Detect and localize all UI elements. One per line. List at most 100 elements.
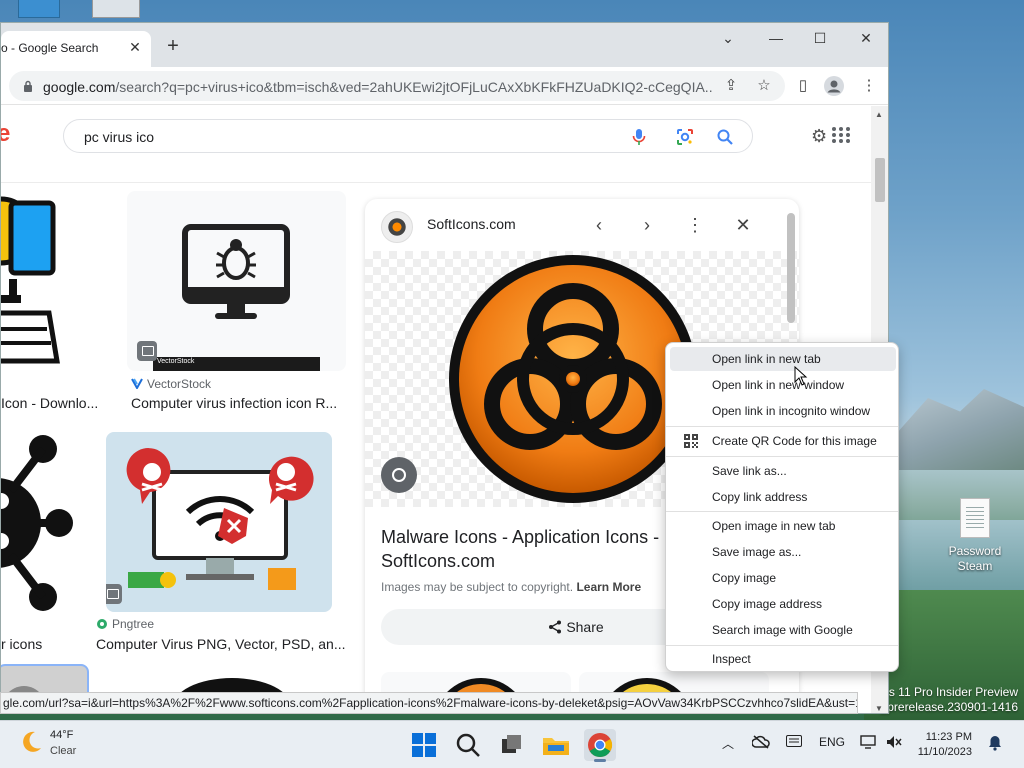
result-thumbnail-2[interactable]: VectorStock	[127, 191, 346, 371]
taskbar: 44°F Clear ︿ ENG 11:23 PM 11/10/2023	[0, 720, 1024, 768]
profile-avatar-icon[interactable]	[824, 76, 844, 96]
onedrive-cloud-icon[interactable]	[751, 735, 770, 752]
folder-icon	[543, 738, 569, 755]
result-thumbnail-4[interactable]	[106, 432, 332, 612]
vectorstock-banner: VectorStock	[157, 358, 195, 365]
url-host: google.com	[43, 79, 116, 95]
menu-item-inspect[interactable]: Inspect	[670, 647, 896, 671]
scroll-down-arrow-icon[interactable]: ▼	[875, 704, 883, 713]
task-view-button[interactable]	[496, 729, 528, 761]
share-label: Share	[566, 619, 604, 635]
menu-item-save-link-as[interactable]: Save link as...	[670, 459, 896, 483]
file-explorer-button[interactable]	[540, 729, 572, 761]
show-hidden-icons-chevron[interactable]: ︿	[722, 735, 734, 752]
desktop-icon-label-line1: Password	[948, 544, 1002, 558]
tab-close-icon[interactable]: ✕	[126, 38, 144, 56]
search-icon	[456, 733, 480, 757]
active-app-indicator	[594, 759, 606, 762]
menu-item-save-image-as[interactable]: Save image as...	[670, 540, 896, 564]
menu-item-open-link-incognito[interactable]: Open link in incognito window	[670, 399, 896, 423]
scroll-up-arrow-icon[interactable]: ▲	[875, 110, 883, 119]
menu-item-copy-link-address[interactable]: Copy link address	[670, 485, 896, 509]
google-logo-fragment[interactable]: e	[1, 120, 10, 148]
result-title-1[interactable]: Icon - Downlo...	[1, 395, 101, 411]
result-thumbnail-1[interactable]	[1, 191, 106, 371]
desktop-icon-partial-1[interactable]	[18, 0, 60, 18]
search-box[interactable]: pc virus ico	[63, 119, 753, 153]
learn-more-link[interactable]: Learn More	[576, 580, 641, 594]
clock-date: 11/10/2023	[917, 746, 972, 758]
google-lens-icon[interactable]	[676, 128, 694, 146]
result-title-2[interactable]: Computer virus infection icon R...	[131, 395, 346, 411]
menu-item-copy-image[interactable]: Copy image	[670, 566, 896, 590]
tab-google-search[interactable]: o - Google Search ✕	[1, 31, 151, 67]
new-tab-button[interactable]: +	[161, 35, 185, 59]
image-badge-icon	[137, 341, 157, 361]
start-button[interactable]	[408, 729, 440, 761]
menu-separator	[666, 426, 898, 427]
next-result-chevron-icon[interactable]: ›	[635, 213, 659, 237]
menu-separator	[666, 456, 898, 457]
menu-item-open-link-new-window[interactable]: Open link in new window	[670, 373, 896, 397]
system-clock[interactable]: 11:23 PM 11/10/2023	[912, 730, 972, 760]
page-scroll-thumb[interactable]	[875, 158, 885, 202]
menu-item-search-image-google[interactable]: Search image with Google	[670, 618, 896, 642]
maximize-button[interactable]: ☐	[807, 27, 833, 49]
clock-time: 11:23 PM	[925, 731, 972, 743]
search-icon[interactable]	[716, 128, 734, 146]
keyboard-icon[interactable]	[786, 735, 802, 750]
copyright-notice: Images may be subject to copyright. Lear…	[381, 580, 641, 594]
result-title-3[interactable]: r icons	[1, 636, 81, 652]
result-thumbnail-3[interactable]	[1, 431, 86, 616]
result-source-2[interactable]: VectorStock	[147, 377, 211, 391]
volume-muted-icon[interactable]	[886, 735, 902, 752]
side-panel-icon[interactable]: ▯	[793, 76, 813, 96]
menu-item-open-image-new-tab[interactable]: Open image in new tab	[670, 514, 896, 538]
computer-icon	[1, 196, 60, 364]
search-inside-image-lens-icon[interactable]	[381, 457, 417, 493]
url-text[interactable]: google.com/search?q=pc+virus+ico&tbm=isc…	[43, 79, 713, 95]
weather-condition: Clear	[50, 745, 77, 757]
text-file-icon	[960, 498, 990, 538]
previous-result-chevron-icon[interactable]: ‹	[587, 213, 611, 237]
menu-item-copy-image-address[interactable]: Copy image address	[670, 592, 896, 616]
address-bar[interactable]: google.com/search?q=pc+virus+ico&tbm=isc…	[9, 71, 785, 101]
desktop-icon-password-steam[interactable]: Password Steam	[944, 498, 1006, 574]
bookmark-star-icon[interactable]: ☆	[754, 76, 774, 96]
voice-search-icon[interactable]	[630, 128, 648, 146]
google-apps-grid-icon[interactable]	[831, 126, 851, 144]
menu-separator	[666, 511, 898, 512]
preview-title[interactable]: Malware Icons - Application Icons - Soft…	[381, 525, 681, 573]
menu-item-open-link-new-tab[interactable]: Open link in new tab	[670, 347, 896, 371]
share-page-icon[interactable]: ⇪	[721, 76, 741, 96]
close-window-button[interactable]: ✕	[853, 27, 879, 49]
tab-search-chevron-icon[interactable]: ⌄	[715, 27, 741, 49]
weather-widget[interactable]: 44°F Clear	[18, 729, 76, 758]
minimize-button[interactable]: —	[763, 27, 789, 49]
close-preview-icon[interactable]: ✕	[731, 213, 755, 237]
desktop-icon-partial-2[interactable]	[92, 0, 140, 18]
input-language[interactable]: ENG	[819, 735, 845, 749]
settings-gear-icon[interactable]: ⚙	[811, 126, 827, 147]
search-taskbar-button[interactable]	[452, 729, 484, 761]
network-icon[interactable]	[860, 735, 878, 752]
vectorstock-favicon	[131, 378, 143, 389]
result-title-4[interactable]: Computer Virus PNG, Vector, PSD, an...	[96, 636, 346, 652]
virus-network-icon	[1, 435, 73, 611]
browser-toolbar: google.com/search?q=pc+virus+ico&tbm=isc…	[1, 67, 888, 105]
more-options-icon[interactable]: ⋮	[683, 213, 707, 237]
lock-icon[interactable]	[23, 80, 33, 92]
chrome-menu-icon[interactable]: ⋮	[859, 76, 879, 96]
search-query[interactable]: pc virus ico	[84, 129, 154, 145]
chrome-icon	[588, 733, 613, 758]
preview-site-name[interactable]: SoftIcons.com	[427, 216, 516, 232]
result-source-4[interactable]: Pngtree	[112, 617, 154, 631]
preview-scroll-thumb[interactable]	[787, 213, 795, 323]
softicons-favicon	[381, 211, 413, 243]
chrome-taskbar-button[interactable]	[584, 729, 616, 762]
copyright-text: Images may be subject to copyright.	[381, 580, 574, 594]
menu-item-create-qr-code[interactable]: Create QR Code for this image	[670, 429, 896, 453]
moon-icon	[23, 731, 41, 752]
desktop-icon-label-line2: Steam	[957, 559, 993, 573]
notification-bell-icon[interactable]	[988, 735, 1002, 754]
